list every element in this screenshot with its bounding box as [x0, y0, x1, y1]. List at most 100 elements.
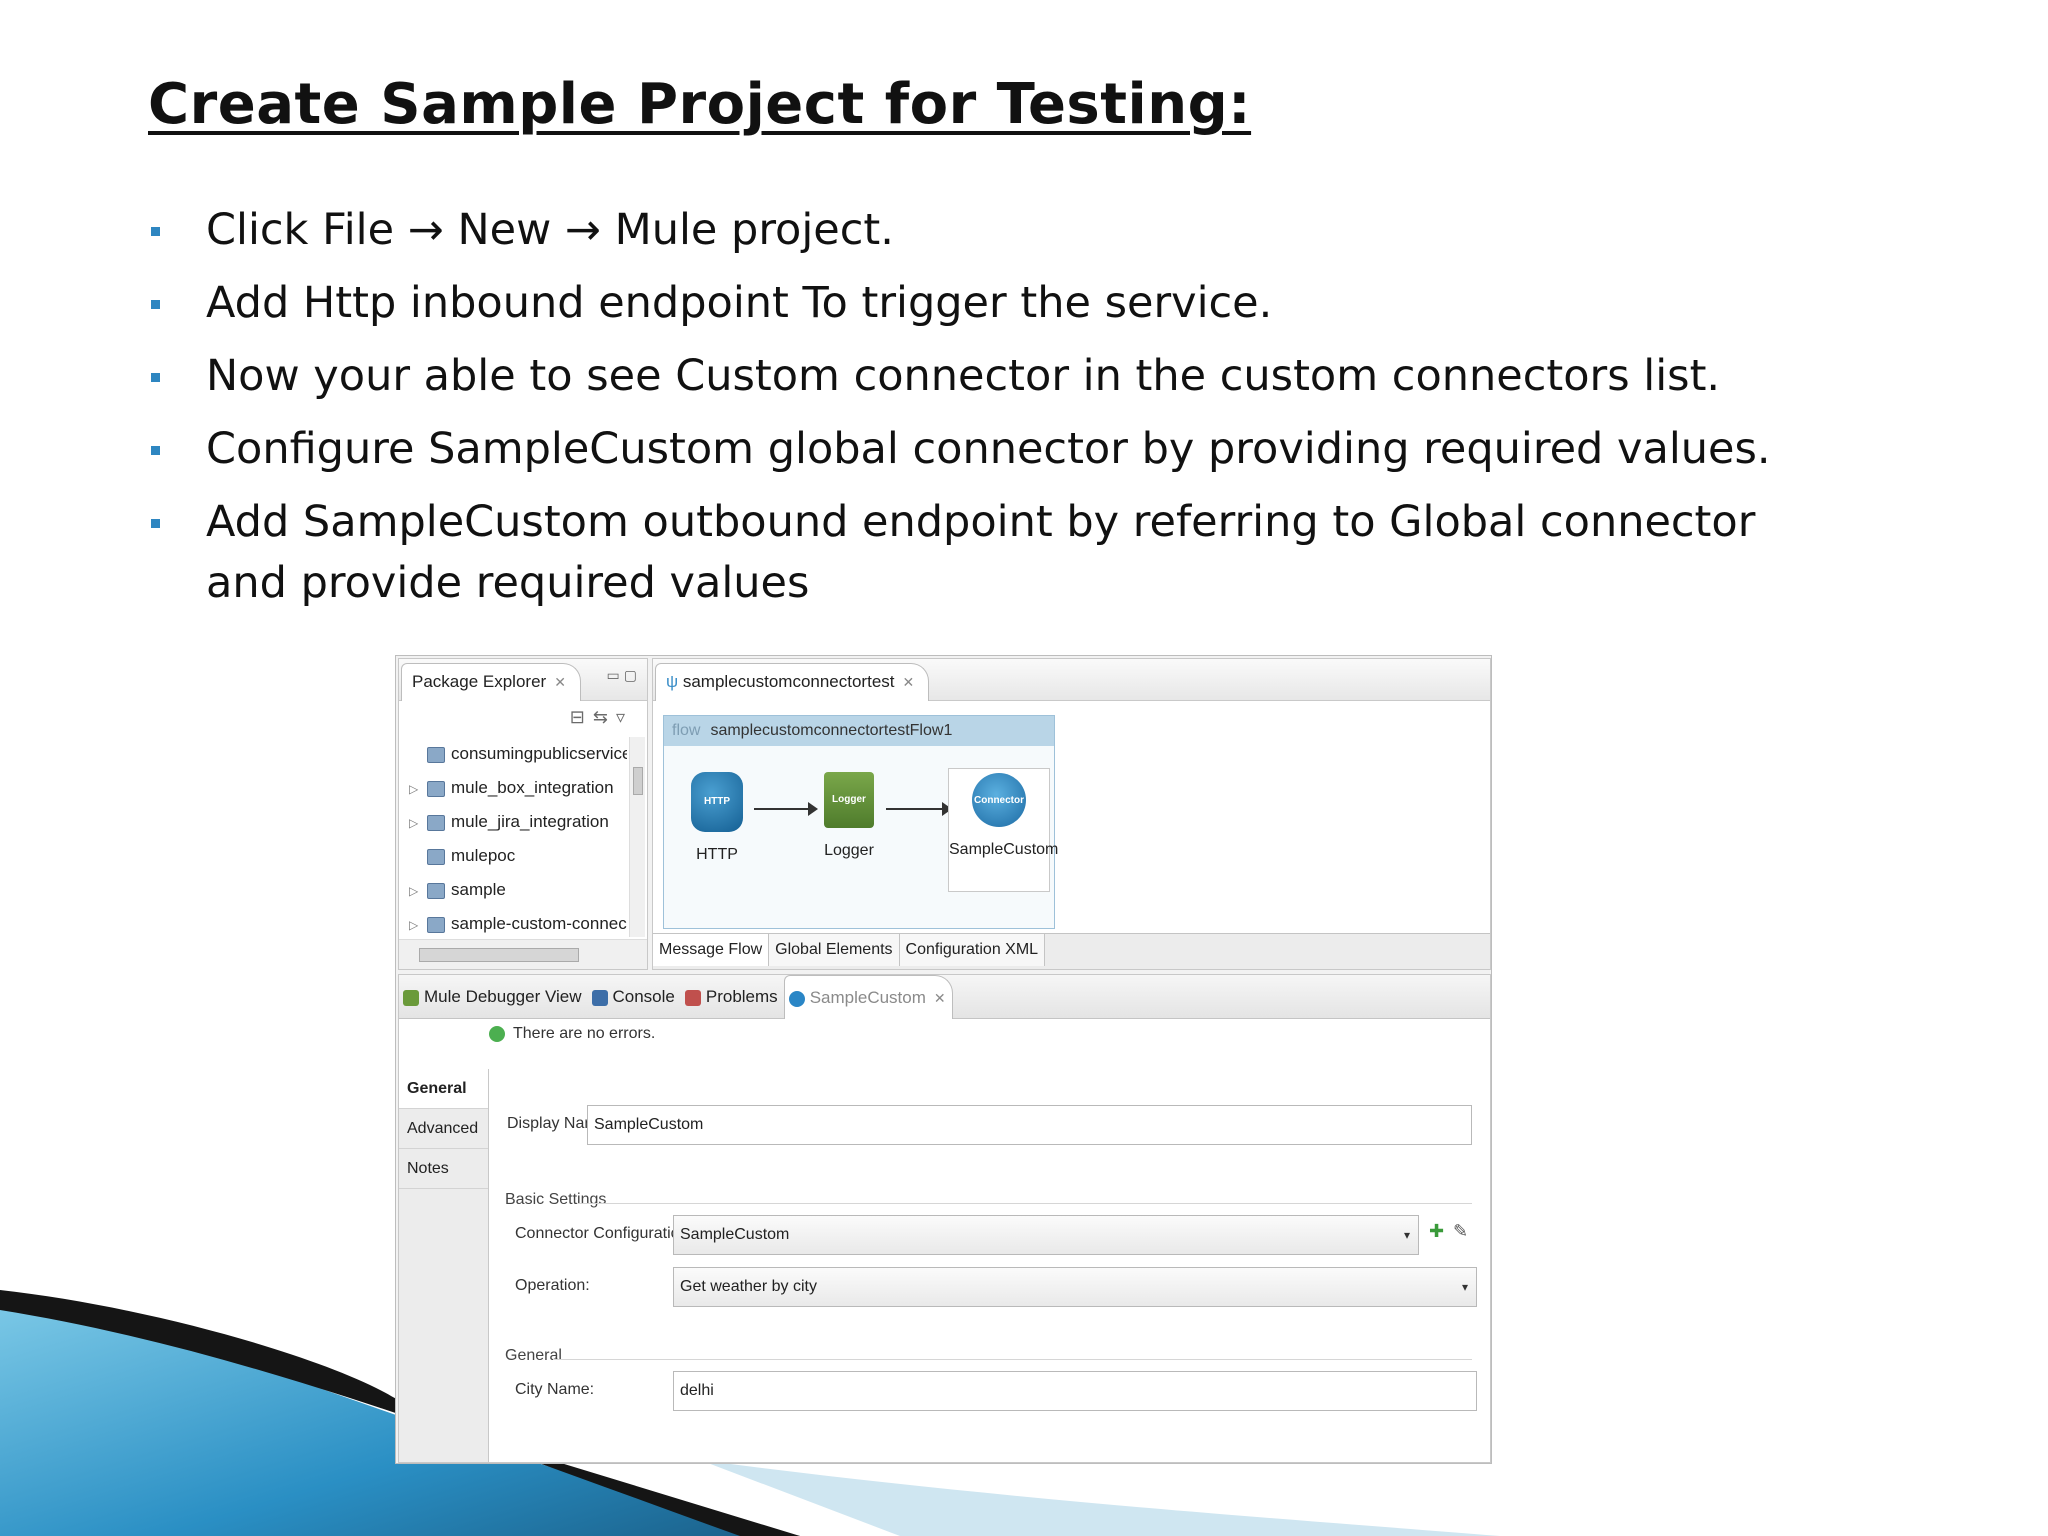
bullet-text: Now your able to see Custom connector in… [206, 351, 1721, 401]
group-divider [577, 1203, 1472, 1204]
debugger-icon [403, 989, 419, 1006]
bullet-marker [151, 227, 160, 236]
project-icon [427, 916, 445, 933]
tree-item[interactable]: ▷ mule_box_integration [399, 771, 627, 805]
bullet-list: Click File → New → Mule project. Add Htt… [148, 200, 1848, 626]
display-name-row: Display Name: SampleCustom [497, 1105, 1482, 1149]
tree-item[interactable]: mulepoc [399, 839, 627, 873]
tab-label: Problems [705, 987, 778, 1006]
bullet-text: Add SampleCustom outbound endpoint by re… [206, 497, 1756, 608]
tab-package-explorer[interactable]: Package Explorer ✕ [401, 663, 581, 701]
add-icon[interactable]: ✚ [1429, 1221, 1444, 1242]
side-tab-notes[interactable]: Notes [399, 1149, 488, 1189]
flow-arrow [886, 802, 952, 816]
properties-tabbar: Mule Debugger View Console Problems Samp… [399, 975, 1490, 1019]
tab-label: Console [612, 987, 675, 1006]
connector-icon-text: Connector [974, 794, 1024, 806]
project-icon [427, 882, 445, 899]
editor-tabbar: ψ samplecustomconnectortest ✕ [653, 659, 1490, 701]
scrollbar-thumb[interactable] [419, 948, 579, 962]
expand-arrow-icon[interactable]: ▷ [409, 772, 423, 806]
tab-message-flow[interactable]: Message Flow [653, 934, 770, 966]
tab-global-elements[interactable]: Global Elements [769, 934, 900, 966]
properties-form: Display Name: SampleCustom Basic Setting… [497, 1075, 1482, 1462]
tree-item[interactable]: consumingpublicservice [399, 737, 627, 771]
samplecustom-node[interactable]: Connector SampleCustom [948, 768, 1058, 892]
tree-item-label: sample-custom-connector [451, 914, 627, 933]
tree-item-label: mule_box_integration [451, 778, 614, 797]
slide-title: Create Sample Project for Testing: [148, 72, 1252, 137]
package-explorer-panel: Package Explorer ✕ ▭▢ ⊟⇆▿ consumingpublic… [398, 658, 648, 970]
project-icon [427, 814, 445, 831]
operation-row: Operation: Get weather by city [497, 1267, 1482, 1311]
tab-mule-debugger-view[interactable]: Mule Debugger View [399, 975, 588, 1019]
tree-item[interactable]: ▷ sample [399, 873, 627, 907]
http-node[interactable]: HTTP HTTP [672, 772, 762, 864]
connector-icon [788, 990, 805, 1007]
city-name-input[interactable]: delhi [673, 1371, 1477, 1411]
check-circle-icon [489, 1025, 505, 1042]
validation-status: There are no errors. [489, 1025, 655, 1043]
project-tree: consumingpublicservice ▷ mule_box_integra… [399, 737, 627, 939]
tab-console[interactable]: Console [588, 975, 681, 1019]
bullet-marker [151, 373, 160, 382]
package-explorer-tab-label: Package Explorer [412, 672, 547, 691]
expand-arrow-icon[interactable]: ▷ [409, 908, 423, 939]
flow-header: flow samplecustomconnectortestFlow1 [664, 716, 1054, 746]
side-tab-advanced[interactable]: Advanced [399, 1109, 488, 1149]
connector-configuration-row: Connector Configuration: SampleCustom ✚ … [497, 1215, 1482, 1259]
expand-arrow-icon[interactable]: ▷ [409, 874, 423, 908]
bullet-item: Configure SampleCustom global connector … [148, 419, 1848, 480]
close-icon[interactable]: ✕ [903, 674, 915, 690]
operation-label: Operation: [515, 1277, 590, 1294]
package-explorer-tabbar: Package Explorer ✕ ▭▢ [399, 659, 647, 701]
link-editor-icon[interactable]: ⇆ [593, 707, 616, 727]
mule-file-icon: ψ [666, 672, 683, 691]
problems-icon [684, 989, 701, 1006]
tab-label: SampleCustom [809, 988, 926, 1007]
tree-item[interactable]: ▷ sample-custom-connector [399, 907, 627, 939]
tab-problems[interactable]: Problems [681, 975, 784, 1019]
tree-item[interactable]: ▷ mule_jira_integration [399, 805, 627, 839]
tree-item-label: consumingpublicservice [451, 744, 627, 763]
view-menu-icon[interactable]: ▿ [616, 707, 633, 727]
project-icon [427, 848, 445, 865]
edit-icon[interactable]: ✎ [1453, 1221, 1468, 1242]
http-icon-text: HTTP [703, 796, 731, 807]
bullet-marker [151, 300, 160, 309]
connector-icon: Connector [972, 773, 1026, 827]
horizontal-scrollbar[interactable] [399, 939, 647, 969]
logger-icon-text: Logger [832, 794, 866, 806]
bullet-item: Add Http inbound endpoint To trigger the… [148, 273, 1848, 334]
logger-node[interactable]: Logger Logger [804, 772, 894, 860]
display-name-input[interactable]: SampleCustom [587, 1105, 1472, 1145]
console-icon [591, 989, 608, 1006]
city-name-label: City Name: [515, 1381, 595, 1398]
vertical-scrollbar[interactable] [629, 737, 645, 937]
collapse-all-icon[interactable]: ⊟ [570, 707, 593, 727]
http-node-label: HTTP [696, 846, 738, 863]
tab-samplecustomconnectortest[interactable]: ψ samplecustomconnectortest ✕ [655, 663, 930, 701]
side-tab-general[interactable]: General [399, 1069, 488, 1109]
close-icon[interactable]: ✕ [554, 674, 566, 690]
city-name-row: City Name: delhi [497, 1371, 1482, 1415]
http-icon: HTTP [691, 772, 743, 832]
flow-keyword: flow [672, 722, 701, 739]
project-icon [427, 746, 445, 763]
minimize-maximize-icon[interactable]: ▭▢ [607, 667, 641, 684]
bullet-item: Now your able to see Custom connector in… [148, 346, 1848, 407]
operation-select[interactable]: Get weather by city [673, 1267, 1477, 1307]
tree-item-label: mulepoc [451, 846, 516, 865]
close-icon[interactable]: ✕ [934, 990, 946, 1006]
tab-samplecustom[interactable]: SampleCustom ✕ [783, 975, 953, 1019]
scrollbar-thumb[interactable] [633, 767, 643, 795]
bullet-marker [151, 446, 160, 455]
tab-configuration-xml[interactable]: Configuration XML [899, 934, 1046, 966]
flow-container[interactable]: flow samplecustomconnectortestFlow1 HTTP … [663, 715, 1058, 929]
expand-arrow-icon[interactable]: ▷ [409, 806, 423, 840]
bullet-text: Configure SampleCustom global connector … [206, 424, 1771, 474]
status-text: There are no errors. [513, 1025, 656, 1042]
ide-screenshot: Package Explorer ✕ ▭▢ ⊟⇆▿ consumingpublic… [395, 655, 1492, 1464]
bullet-item: Click File → New → Mule project. [148, 200, 1848, 261]
connector-configuration-select[interactable]: SampleCustom [673, 1215, 1419, 1255]
